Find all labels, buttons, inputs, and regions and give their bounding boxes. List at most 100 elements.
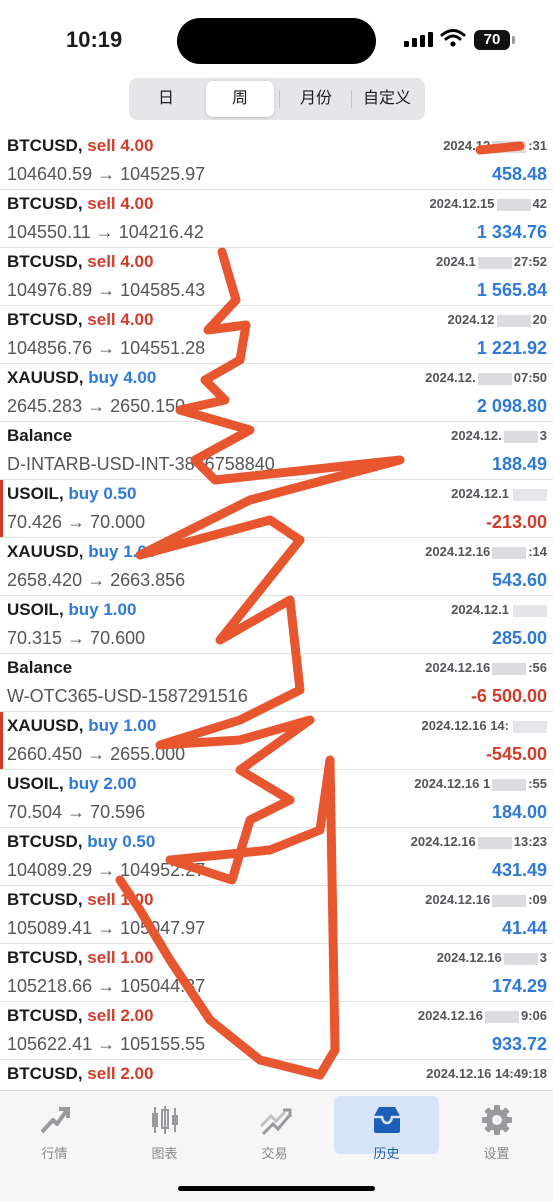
deal-title: BTCUSD, buy 0.50 xyxy=(7,832,156,851)
deal-side: buy 1.00 xyxy=(88,716,157,735)
deal-profit: 933.72 xyxy=(491,1034,547,1054)
deal-profit: -545.00 xyxy=(485,744,547,764)
deal-price-move: 104640.59 → 104525.97 xyxy=(7,164,206,184)
deal-price-move: 104976.89 → 104585.43 xyxy=(7,280,206,300)
redacted-blot xyxy=(492,546,527,559)
tab-week[interactable]: 周 xyxy=(206,81,274,117)
deal-row[interactable]: USOIL, buy 0.50 2024.12.1 70.426 → 70.000 -… xyxy=(0,480,553,538)
deal-title: USOIL, buy 2.00 xyxy=(7,774,137,793)
wifi-icon xyxy=(440,29,466,47)
deal-title: BTCUSD, sell 4.00 xyxy=(7,194,154,213)
redacted-blot xyxy=(503,430,538,443)
deal-row[interactable]: BTCUSD, sell 2.00 2024.12.16 14:49:18 xyxy=(0,1060,553,1094)
redacted-blot xyxy=(492,778,527,791)
deal-symbol: BTCUSD xyxy=(7,1006,78,1025)
redacted-blot xyxy=(492,894,527,907)
deal-title: XAUUSD, buy 1.00 xyxy=(7,716,157,735)
deal-title: BTCUSD, sell 4.00 xyxy=(7,136,154,155)
deal-side: sell 4.00 xyxy=(87,310,154,329)
tab-settings[interactable]: 设置 xyxy=(444,1096,549,1161)
deal-time: 2024.12.16 3 xyxy=(436,950,547,965)
tab-quotes[interactable]: 行情 xyxy=(2,1096,107,1161)
tab-charts[interactable]: 图表 xyxy=(112,1096,217,1161)
deal-row[interactable]: BTCUSD, sell 4.00 2024.12:31 104640.59 → 1… xyxy=(0,132,553,190)
deal-price-move: 105089.41 → 105047.97 xyxy=(7,918,206,938)
deal-row[interactable]: Balance 2024.12. 3 D-INTARB-USD-INT-3876758… xyxy=(0,422,553,480)
deal-side: buy 1.00 xyxy=(88,542,157,561)
deal-symbol: BTCUSD xyxy=(7,890,78,909)
deal-title: BTCUSD, sell 1.00 xyxy=(7,948,154,967)
deal-profit: 458.48 xyxy=(491,164,547,184)
redacted-blot xyxy=(492,140,527,153)
deal-profit: 41.44 xyxy=(501,918,547,938)
deal-row[interactable]: BTCUSD, sell 1.00 2024.12.16 3 105218.66 → … xyxy=(0,944,553,1002)
tab-trade[interactable]: 交易 xyxy=(222,1096,327,1161)
deal-time: 2024.12.16 14:49:18 xyxy=(426,1066,547,1081)
deal-time: 2024.12 20 xyxy=(447,312,547,327)
bottom-tab-bar: 行情 图表 交易 历史 设置 xyxy=(0,1090,553,1201)
deal-symbol: BTCUSD xyxy=(7,832,78,851)
deal-row[interactable]: XAUUSD, buy 4.00 2024.12. 07:50 2645.283 → … xyxy=(0,364,553,422)
deal-price-move: 105622.41 → 105155.55 xyxy=(7,1034,206,1054)
deal-side: buy 0.50 xyxy=(87,832,156,851)
deal-symbol: BTCUSD xyxy=(7,310,78,329)
deal-time: 2024.12.16 9:06 xyxy=(417,1008,547,1023)
deal-title: USOIL, buy 1.00 xyxy=(7,600,137,619)
deal-title: BTCUSD, sell 2.00 xyxy=(7,1064,154,1083)
deal-side: sell 4.00 xyxy=(87,194,154,213)
deal-price-move: W-OTC365-USD-1587291516 xyxy=(7,686,248,706)
period-segmented-control: 日 周 月份 自定义 xyxy=(129,78,425,120)
deal-title: USOIL, buy 0.50 xyxy=(7,484,137,503)
deal-title: BTCUSD, sell 4.00 xyxy=(7,310,154,329)
deal-title: XAUUSD, buy 1.00 xyxy=(7,542,157,561)
deal-time: 2024.12.1 xyxy=(451,486,547,501)
deal-time: 2024.12.16:56 xyxy=(425,660,547,675)
deal-symbol: BTCUSD xyxy=(7,948,78,967)
deal-side: sell 1.00 xyxy=(87,948,154,967)
deal-profit: 543.60 xyxy=(491,570,547,590)
gear-icon xyxy=(482,1105,512,1135)
tab-custom[interactable]: 自定义 xyxy=(353,81,421,117)
deal-time: 2024.12.16 14: xyxy=(422,718,547,733)
redacted-blot xyxy=(477,372,512,385)
deal-profit: 285.00 xyxy=(491,628,547,648)
deal-symbol: USOIL xyxy=(7,774,59,793)
deal-row[interactable]: BTCUSD, sell 4.00 2024.1 27:52 104976.89 → … xyxy=(0,248,553,306)
status-bar: 10:19 70 xyxy=(0,0,553,80)
tab-history[interactable]: 历史 xyxy=(334,1096,439,1161)
deal-profit: -213.00 xyxy=(485,512,547,532)
deal-symbol: BTCUSD xyxy=(7,194,78,213)
deal-row[interactable]: USOIL, buy 2.00 2024.12.16 1:55 70.504 → 7… xyxy=(0,770,553,828)
deal-row[interactable]: BTCUSD, sell 2.00 2024.12.16 9:06 105622.41… xyxy=(0,1002,553,1060)
deal-side: buy 0.50 xyxy=(68,484,137,503)
deal-price-move: D-INTARB-USD-INT-3876758840 xyxy=(7,454,275,474)
redacted-blot xyxy=(484,1010,519,1023)
deal-symbol: BTCUSD xyxy=(7,1064,78,1083)
deal-time: 2024.12.1 xyxy=(451,602,547,617)
trade-chart-icon xyxy=(259,1108,292,1136)
deal-side: buy 1.00 xyxy=(68,600,137,619)
deal-title: Balance xyxy=(7,658,72,678)
deal-title: XAUUSD, buy 4.00 xyxy=(7,368,157,387)
deal-row[interactable]: BTCUSD, sell 4.00 2024.12 20 104856.76 → 10… xyxy=(0,306,553,364)
dynamic-island xyxy=(177,18,376,64)
deal-row[interactable]: USOIL, buy 1.00 2024.12.1 70.315 → 70.600 2… xyxy=(0,596,553,654)
deal-price-move: 2645.283 → 2650.150 xyxy=(7,396,186,416)
deal-row[interactable]: Balance 2024.12.16:56 W-OTC365-USD-1587291… xyxy=(0,654,553,712)
tab-month[interactable]: 月份 xyxy=(281,81,351,117)
deal-symbol: USOIL xyxy=(7,484,59,503)
tab-day[interactable]: 日 xyxy=(132,81,200,117)
deal-row[interactable]: BTCUSD, sell 1.00 2024.12.16:09 105089.41 … xyxy=(0,886,553,944)
deal-row[interactable]: BTCUSD, buy 0.50 2024.12.16 13:23 104089.29… xyxy=(0,828,553,886)
trend-arrow-icon xyxy=(40,1107,70,1134)
deal-side: sell 4.00 xyxy=(87,136,154,155)
deal-time: 2024.12.16 1:55 xyxy=(414,776,547,791)
deal-side: buy 2.00 xyxy=(68,774,137,793)
deal-row[interactable]: XAUUSD, buy 1.00 2024.12.16 14: 2660.450 →… xyxy=(0,712,553,770)
deal-row[interactable]: BTCUSD, sell 4.00 2024.12.15 42 104550.11 →… xyxy=(0,190,553,248)
deal-side: sell 4.00 xyxy=(87,252,154,271)
deal-row[interactable]: XAUUSD, buy 1.00 2024.12.16:14 2658.420 → … xyxy=(0,538,553,596)
deal-price-move: 2660.450 → 2655.000 xyxy=(7,744,186,764)
deal-time: 2024.12.16:14 xyxy=(425,544,547,559)
clock: 10:19 xyxy=(66,27,123,52)
